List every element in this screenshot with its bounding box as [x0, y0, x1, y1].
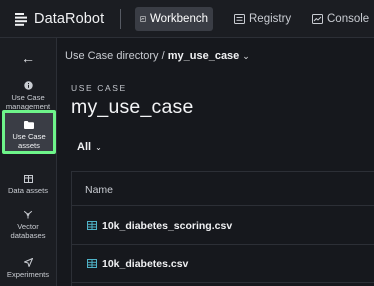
dataset-table-icon	[87, 259, 97, 268]
registry-icon	[234, 14, 245, 24]
table-row[interactable]: 10k_diabetes.csv	[72, 245, 374, 283]
sidebar-item-use-case-management[interactable]: Use Case management	[0, 81, 56, 111]
sidebar-item-experiments[interactable]: Experiments	[0, 258, 56, 279]
table-row[interactable]: 10k_diabetes_scoring.csv	[72, 207, 374, 245]
datarobot-logo-icon	[15, 12, 27, 26]
workbench-icon	[140, 16, 147, 22]
console-icon	[312, 14, 323, 24]
page-overline: USE CASE	[71, 83, 127, 93]
chevron-down-icon: ⌄	[95, 142, 102, 152]
filter-dropdown[interactable]: All ⌄	[77, 141, 102, 153]
breadcrumb-parent[interactable]: Use Case directory	[65, 50, 159, 62]
sidebar-item-label: Data assets	[7, 186, 49, 195]
experiments-icon	[23, 258, 33, 267]
column-header-name[interactable]: Name	[72, 172, 374, 206]
left-sidebar: ← Use Case management Use Case assets Da…	[0, 38, 57, 286]
nav-console-label: Console	[327, 13, 370, 25]
info-icon	[23, 81, 33, 90]
nav-workbench-label: Workbench	[150, 13, 208, 25]
datarobot-logo[interactable]: DataRobot	[15, 9, 104, 29]
nav-console[interactable]: Console	[307, 7, 374, 31]
chevron-down-icon[interactable]: ⌄	[242, 51, 250, 62]
dataset-table-icon	[87, 221, 97, 230]
dataset-name: 10k_diabetes_scoring.csv	[102, 219, 233, 232]
nav-registry-label: Registry	[249, 13, 292, 25]
sidebar-item-label: Vector databases	[10, 222, 46, 240]
breadcrumb-separator: /	[161, 50, 165, 62]
sidebar-item-use-case-assets[interactable]: Use Case assets	[2, 110, 56, 154]
page-title: my_use_case	[71, 96, 194, 118]
filter-value: All	[77, 141, 92, 153]
sidebar-item-data-assets[interactable]: Data assets	[0, 175, 56, 195]
main-content: Use Case directory / my_use_case ⌄ USE CA…	[57, 38, 374, 286]
dataset-name: 10k_diabetes.csv	[102, 257, 189, 270]
brand-name: DataRobot	[34, 11, 105, 27]
table-icon	[23, 175, 33, 183]
sidebar-item-vector-databases[interactable]: Vector databases	[0, 210, 56, 240]
nav-registry[interactable]: Registry	[229, 7, 296, 31]
breadcrumb: Use Case directory / my_use_case ⌄	[65, 50, 250, 62]
assets-table: Name 10k_diabetes_scoring.csv 10k_diabet…	[71, 171, 374, 286]
sidebar-item-label: Use Case assets	[12, 132, 46, 150]
top-bar: DataRobot Workbench Registry Console	[0, 0, 374, 38]
arrow-left-icon[interactable]: ←	[18, 50, 38, 66]
sidebar-item-label: Use Case management	[5, 93, 51, 111]
folder-icon	[24, 121, 34, 129]
vector-icon	[23, 210, 33, 219]
sidebar-item-label: Experiments	[6, 270, 50, 279]
header-divider	[120, 9, 121, 29]
nav-workbench[interactable]: Workbench	[135, 7, 213, 31]
breadcrumb-current[interactable]: my_use_case	[168, 50, 240, 62]
